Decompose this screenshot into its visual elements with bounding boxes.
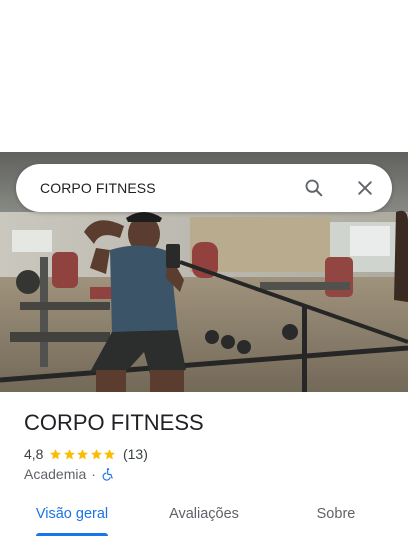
tab-about[interactable]: Sobre: [296, 492, 376, 536]
search-icon: [305, 179, 323, 197]
map-area-blank: [0, 0, 408, 152]
place-category: Academia: [24, 466, 87, 482]
star-icon: [104, 448, 116, 459]
star-icon: [64, 448, 75, 459]
tab-bar: Visão geral Avaliações Sobre: [0, 492, 408, 540]
rating-value: 4,8: [24, 446, 44, 462]
star-icon: [77, 448, 89, 459]
category-row: Academia ·: [24, 464, 115, 484]
search-input[interactable]: CORPO FITNESS: [40, 164, 156, 212]
active-tab-indicator: [36, 533, 108, 536]
rating-row[interactable]: 4,8 (13): [24, 444, 148, 464]
rating-stars: [49, 448, 117, 461]
map-place-panel: CORPO FITNESS CORPO FITNESS 4,8 (13) Aca…: [0, 0, 408, 544]
star-icon: [91, 448, 102, 459]
wheelchair-icon: [102, 468, 113, 481]
close-icon: [358, 181, 372, 195]
tab-reviews[interactable]: Avaliações: [156, 492, 252, 536]
close-button[interactable]: [349, 172, 381, 204]
place-info: CORPO FITNESS 4,8 (13) Academia · Visão …: [0, 392, 408, 544]
star-icon: [50, 448, 62, 459]
review-count: (13): [122, 446, 148, 462]
search-button[interactable]: [298, 172, 330, 204]
search-bar[interactable]: CORPO FITNESS: [16, 164, 392, 212]
place-title: CORPO FITNESS: [24, 410, 204, 435]
separator-dot: ·: [91, 466, 96, 482]
tab-overview[interactable]: Visão geral: [24, 492, 120, 536]
